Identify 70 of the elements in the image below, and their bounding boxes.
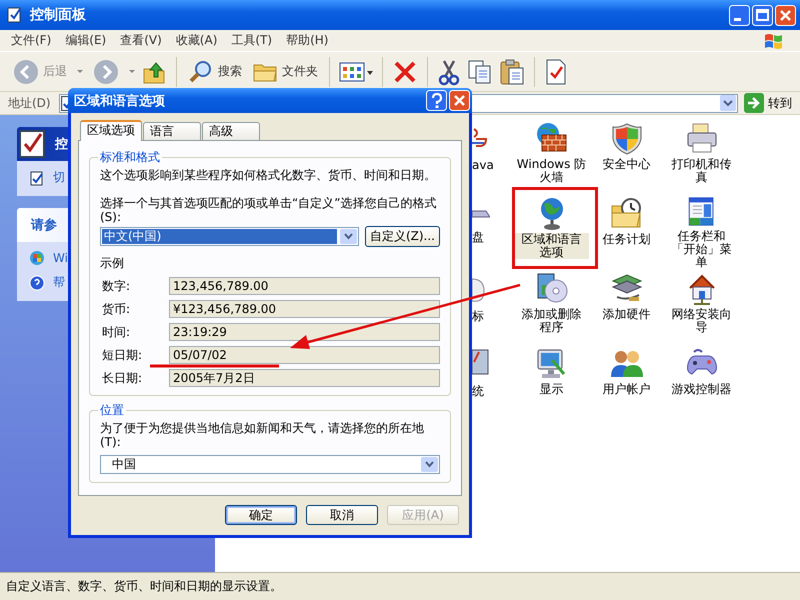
section-label: 示例 (100, 255, 125, 272)
dialog-title: 区域和语言选项 (74, 92, 166, 110)
item-label[interactable]: 安全中心 (600, 158, 652, 171)
minimize-button[interactable] (729, 4, 750, 26)
folders-button[interactable]: 文件夹 (249, 58, 321, 86)
description-text: 这个选项影响到某些程序如何格式化数字、货币、时间和日期。 (100, 168, 437, 182)
menu-item[interactable]: 帮助(H) (279, 30, 336, 51)
menu-item[interactable]: 收藏(A) (168, 30, 224, 51)
search-button[interactable]: 搜索 (185, 56, 245, 86)
item-label[interactable]: 盘 (472, 229, 484, 246)
dialog-button[interactable]: 确定 (225, 505, 297, 525)
sidebar-link[interactable]: 切 (53, 169, 65, 186)
location-dropdown[interactable]: 中国 (100, 455, 440, 474)
item-label[interactable]: 标 (472, 308, 484, 325)
group-title: 标准和格式 (99, 149, 161, 166)
sidebar-link[interactable]: 帮 (53, 274, 65, 291)
item-label[interactable]: 游戏控制器 (670, 383, 734, 396)
close-button[interactable] (775, 4, 796, 26)
prompt-text: 为了便于为您提供当地信息如新闻和天气，请选择您的所在地(T): (100, 421, 425, 449)
sample-field: 123,456,789.00 (169, 277, 440, 295)
field-label: 时间: (101, 324, 132, 340)
item-label[interactable]: 用户帐户 (600, 383, 652, 396)
item-label[interactable]: 区域和语言选项 (514, 233, 589, 259)
sidebar-link[interactable]: Wi (53, 251, 68, 265)
go-button[interactable]: 转到 (742, 93, 794, 113)
tab[interactable]: 语言 (143, 122, 201, 140)
format-dropdown[interactable]: 中文(中国) (100, 227, 359, 246)
status-text: 自定义语言、数字、货币、时间和日期的显示设置。 (6, 578, 282, 595)
tab[interactable]: 高级 (202, 122, 260, 140)
views-icon[interactable] (338, 60, 374, 84)
windows-logo-icon (29, 250, 45, 266)
field-label: 短日期: (101, 346, 144, 364)
window-title: 控制面板 (30, 6, 87, 24)
field-label: 长日期: (101, 370, 144, 386)
item-label[interactable]: Windows 防火墙 (514, 158, 589, 184)
item-label[interactable]: ava (472, 158, 494, 172)
search-icon (188, 58, 214, 84)
menu-item[interactable]: 查看(V) (113, 30, 169, 51)
customize-button[interactable]: 自定义(Z)... (364, 226, 440, 247)
prompt-text: 选择一个与其首选项匹配的项或单击“自定义”选择您自己的格式(S): (100, 196, 438, 224)
menu-item[interactable]: 编辑(E) (58, 30, 114, 51)
sample-field: 05/07/02 (169, 346, 440, 364)
panel-title: 控 (55, 136, 68, 153)
maximize-button[interactable] (752, 4, 773, 26)
item-label[interactable]: 网络安装向导 (664, 308, 739, 334)
sample-field: 2005年7月2日 (169, 369, 440, 387)
scissors-icon[interactable] (436, 58, 462, 86)
sample-field: ¥123,456,789.00 (169, 300, 440, 318)
paste-icon[interactable] (498, 58, 526, 86)
field-label: 货币: (101, 300, 132, 318)
sample-field: 23:19:29 (169, 323, 440, 341)
help-icon (29, 274, 45, 290)
item-label[interactable]: 任务栏和「开始」菜单 (664, 230, 739, 269)
item-label[interactable]: 打印机和传真 (664, 158, 739, 184)
field-label: 数字: (101, 278, 132, 294)
group-title: 位置 (99, 402, 125, 419)
dialog-button[interactable]: 取消 (306, 505, 378, 525)
item-label[interactable]: 统 (472, 383, 484, 400)
close-button[interactable] (449, 90, 470, 111)
item-label[interactable]: 显示 (538, 383, 566, 396)
item-label[interactable]: 任务计划 (600, 233, 652, 246)
item-label[interactable]: 添加硬件 (600, 308, 652, 321)
address-label: 地址(D) (8, 94, 51, 112)
help-button[interactable] (426, 90, 447, 111)
menu-item[interactable]: 文件(F) (4, 30, 58, 51)
item-label[interactable]: 添加或删除程序 (514, 308, 589, 334)
panel-title: 请参 (31, 217, 57, 234)
tab[interactable]: 区域选项 (80, 120, 142, 141)
menu-item[interactable]: 工具(T) (224, 30, 280, 51)
keyboard-icon (472, 210, 490, 218)
